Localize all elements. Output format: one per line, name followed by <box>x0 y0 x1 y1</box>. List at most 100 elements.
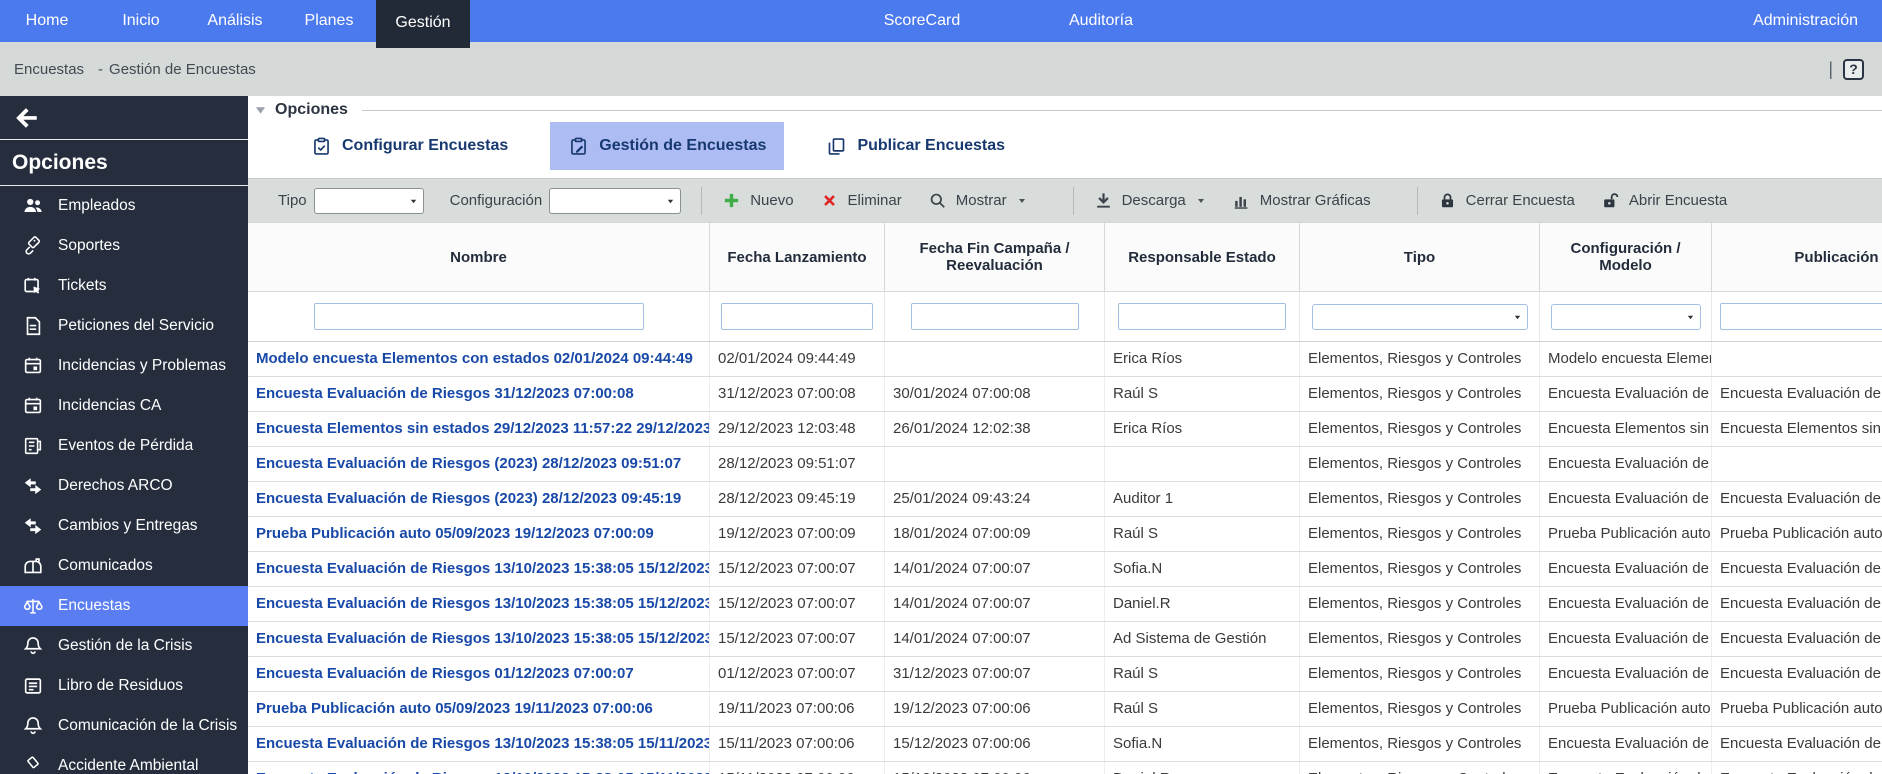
survey-name-link[interactable]: Encuesta Evaluación de Riesgos (2023) 28… <box>256 490 681 507</box>
sidebar-item-libro-de-residuos[interactable]: Libro de Residuos <box>0 666 248 706</box>
help-icon[interactable]: ? <box>1843 59 1864 80</box>
header-cell-fecha-fin-campana-reevaluacion[interactable]: Fecha Fin Campaña / Reevaluación <box>885 223 1105 291</box>
survey-name-link[interactable]: Prueba Publicación auto 05/09/2023 19/12… <box>256 525 654 542</box>
cell-fecha-lanzamiento: 28/12/2023 09:51:07 <box>710 447 885 481</box>
cell-responsable-estado: Raúl S <box>1105 377 1300 411</box>
sidebar-item-peticiones-del-servicio[interactable]: Peticiones del Servicio <box>0 306 248 346</box>
toolbar-button-mostrar-graficas[interactable]: Mostrar Gráficas <box>1232 191 1371 210</box>
chevron-down-icon[interactable] <box>1196 196 1206 206</box>
sidebar-item-label: Comunicación de la Crisis <box>58 717 237 735</box>
survey-name-link[interactable]: Encuesta Evaluación de Riesgos (2023) 28… <box>256 455 681 472</box>
filter-input-fecha-lanzamiento[interactable] <box>721 303 873 330</box>
cell-responsable-estado: Daniel.R <box>1105 762 1300 774</box>
sidebar-item-empleados[interactable]: Empleados <box>0 186 248 226</box>
cell-tipo: Elementos, Riesgos y Controles <box>1300 552 1540 586</box>
type-filter-select[interactable] <box>314 188 424 214</box>
sidebar-item-encuestas[interactable]: Encuestas <box>0 586 248 626</box>
survey-name-link[interactable]: Encuesta Elementos sin estados 29/12/202… <box>256 420 710 437</box>
tab-publicar-encuestas[interactable]: Publicar Encuestas <box>808 122 1023 170</box>
nav-item-gestion[interactable]: Gestión <box>376 0 470 48</box>
table-row[interactable]: Prueba Publicación auto 05/09/2023 19/12… <box>248 517 1882 552</box>
filter-cell-publicacion <box>1712 292 1882 341</box>
filter-input-publicacion[interactable] <box>1720 303 1882 330</box>
sidebar-item-comunicados[interactable]: Comunicados <box>0 546 248 586</box>
collapse-triangle-icon[interactable] <box>254 104 267 117</box>
cell-fecha-fin-campana-reevaluacion: 31/12/2023 07:00:07 <box>885 657 1105 691</box>
header-cell-responsable-estado[interactable]: Responsable Estado <box>1105 223 1300 291</box>
survey-name-link[interactable]: Encuesta Evaluación de Riesgos 13/10/202… <box>256 630 710 647</box>
sidebar-item-accidente-ambiental[interactable]: Accidente Ambiental <box>0 746 248 774</box>
header-cell-fecha-lanzamiento[interactable]: Fecha Lanzamiento <box>710 223 885 291</box>
table-row[interactable]: Encuesta Evaluación de Riesgos 13/10/202… <box>248 762 1882 774</box>
table-row[interactable]: Encuesta Evaluación de Riesgos 13/10/202… <box>248 727 1882 762</box>
filter-input-responsable-estado[interactable] <box>1118 303 1286 330</box>
nav-item-home[interactable]: Home <box>0 0 94 42</box>
nav-item-analisis[interactable]: Análisis <box>188 0 282 42</box>
sidebar-item-gestion-de-la-crisis[interactable]: Gestión de la Crisis <box>0 626 248 666</box>
tab-configurar-encuestas[interactable]: Configurar Encuestas <box>293 122 526 170</box>
sidebar-item-comunicacion-de-la-crisis[interactable]: Comunicación de la Crisis <box>0 706 248 746</box>
sidebar-item-incidencias-ca[interactable]: Incidencias CA <box>0 386 248 426</box>
toolbar-button-descarga[interactable]: Descarga <box>1094 191 1186 210</box>
toolbar-button-mostrar[interactable]: Mostrar <box>928 191 1007 210</box>
table-row[interactable]: Modelo encuesta Elementos con estados 02… <box>248 342 1882 377</box>
survey-name-link[interactable]: Encuesta Evaluación de Riesgos 13/10/202… <box>256 595 710 612</box>
sidebar-item-label: Derechos ARCO <box>58 477 173 495</box>
table-row[interactable]: Encuesta Evaluación de Riesgos 31/12/202… <box>248 377 1882 412</box>
toolbar-button-nuevo[interactable]: Nuevo <box>722 191 793 210</box>
table-row[interactable]: Prueba Publicación auto 05/09/2023 19/11… <box>248 692 1882 727</box>
cell-fecha-fin-campana-reevaluacion: 15/12/2023 07:00:06 <box>885 762 1105 774</box>
toolbar-button-cerrar-encuesta[interactable]: Cerrar Encuesta <box>1438 191 1575 210</box>
nav-item-administracion[interactable]: Administración <box>1729 0 1882 42</box>
toolbar-button-eliminar[interactable]: Eliminar <box>820 191 902 210</box>
filter-input-fecha-fin-campana-reevaluacion[interactable] <box>911 303 1079 330</box>
survey-name-link[interactable]: Encuesta Evaluación de Riesgos 13/10/202… <box>256 770 710 774</box>
sidebar-collapse-button[interactable] <box>0 96 248 140</box>
toolbar-button-label: Eliminar <box>848 192 902 209</box>
sidebar-item-label: Gestión de la Crisis <box>58 637 192 655</box>
header-cell-nombre[interactable]: Nombre <box>248 223 710 291</box>
nav-item-scorecard[interactable]: ScoreCard <box>875 0 969 42</box>
survey-name-link[interactable]: Encuesta Evaluación de Riesgos 13/10/202… <box>256 735 710 752</box>
sidebar-item-soportes[interactable]: Soportes <box>0 226 248 266</box>
chevron-down-icon[interactable] <box>1017 196 1027 206</box>
tab-gestion-de-encuestas[interactable]: Gestión de Encuestas <box>550 122 784 170</box>
table-row[interactable]: Encuesta Evaluación de Riesgos 13/10/202… <box>248 587 1882 622</box>
filter-select-configuracion-modelo[interactable] <box>1551 304 1701 330</box>
table-row[interactable]: Encuesta Evaluación de Riesgos 01/12/202… <box>248 657 1882 692</box>
survey-name-link[interactable]: Modelo encuesta Elementos con estados 02… <box>256 350 693 367</box>
cell-configuracion-modelo: Prueba Publicación auto <box>1540 692 1712 726</box>
cell-fecha-lanzamiento: 15/12/2023 07:00:07 <box>710 552 885 586</box>
survey-name-link[interactable]: Prueba Publicación auto 05/09/2023 19/11… <box>256 700 653 717</box>
nav-item-planes[interactable]: Planes <box>282 0 376 42</box>
table-row[interactable]: Encuesta Elementos sin estados 29/12/202… <box>248 412 1882 447</box>
survey-name-link[interactable]: Encuesta Evaluación de Riesgos 01/12/202… <box>256 665 634 682</box>
nav-item-auditoria[interactable]: Auditoría <box>1035 0 1167 42</box>
header-cell-configuracion-modelo[interactable]: Configuración / Modelo <box>1540 223 1712 291</box>
sidebar-item-cambios-y-entregas[interactable]: Cambios y Entregas <box>0 506 248 546</box>
table-row[interactable]: Encuesta Evaluación de Riesgos 13/10/202… <box>248 622 1882 657</box>
config-filter-select[interactable] <box>549 188 681 214</box>
sidebar-item-derechos-arco[interactable]: Derechos ARCO <box>0 466 248 506</box>
sidebar-item-eventos-de-perdida[interactable]: Eventos de Pérdida <box>0 426 248 466</box>
filter-input-nombre[interactable] <box>314 303 644 330</box>
filter-select-tipo[interactable] <box>1312 304 1528 330</box>
survey-name-link[interactable]: Encuesta Evaluación de Riesgos 31/12/202… <box>256 385 634 402</box>
cell-fecha-fin-campana-reevaluacion <box>885 447 1105 481</box>
cell-tipo: Elementos, Riesgos y Controles <box>1300 692 1540 726</box>
toolbar-button-label: Cerrar Encuesta <box>1466 192 1575 209</box>
cell-nombre: Encuesta Evaluación de Riesgos 01/12/202… <box>248 657 710 691</box>
nav-item-inicio[interactable]: Inicio <box>94 0 188 42</box>
table-row[interactable]: Encuesta Evaluación de Riesgos (2023) 28… <box>248 447 1882 482</box>
toolbar: Tipo Configuración NuevoEliminarMostrarD… <box>248 178 1882 222</box>
toolbar-button-abrir-encuesta[interactable]: Abrir Encuesta <box>1601 191 1727 210</box>
survey-name-link[interactable]: Encuesta Evaluación de Riesgos 13/10/202… <box>256 560 710 577</box>
sidebar-item-tickets[interactable]: Tickets <box>0 266 248 306</box>
header-cell-publicacion[interactable]: Publicación <box>1712 223 1882 291</box>
table-row[interactable]: Encuesta Evaluación de Riesgos 13/10/202… <box>248 552 1882 587</box>
cell-fecha-lanzamiento: 15/12/2023 07:00:07 <box>710 622 885 656</box>
table-row[interactable]: Encuesta Evaluación de Riesgos (2023) 28… <box>248 482 1882 517</box>
sidebar-item-incidencias-y-problemas[interactable]: Incidencias y Problemas <box>0 346 248 386</box>
cell-publicacion: Encuesta Evaluación de Riesgos <box>1712 657 1882 691</box>
header-cell-tipo[interactable]: Tipo <box>1300 223 1540 291</box>
